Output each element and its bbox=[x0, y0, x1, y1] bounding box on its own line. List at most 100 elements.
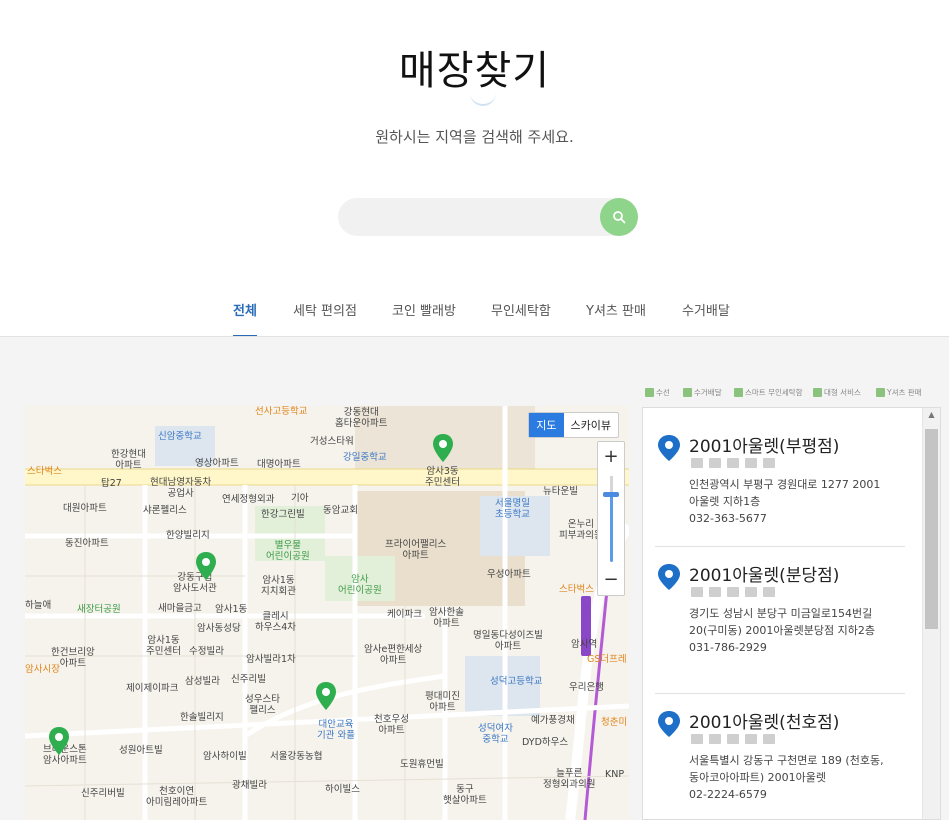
store-map[interactable]: 선사고등학교 강동현대 홈타운아파트 신암중학교 거성스타워 강일중학교 한강현대 아파트 영상… bbox=[25, 406, 629, 820]
building-icon bbox=[813, 388, 822, 397]
store-phone: 02-2224-6579 bbox=[689, 788, 767, 801]
map-poi-label: 하늘애 bbox=[25, 600, 52, 611]
map-poi-label: 평대미진 아파트 bbox=[425, 691, 460, 713]
map-poi-label: 암사한솔 아파트 bbox=[429, 607, 464, 629]
shirt-icon bbox=[763, 458, 775, 468]
legend-item-delivery: 수거배달 bbox=[683, 387, 722, 398]
map-poi-label: 명일동다성이즈빌 아파트 bbox=[473, 630, 543, 652]
map-poi-label: 천호이연 아미림레아파트 bbox=[146, 786, 208, 808]
map-poi-label: 성원아트빌 bbox=[119, 745, 163, 756]
map-poi-label: 스타벅스 bbox=[27, 466, 62, 477]
map-poi-label: 삼성빌라 bbox=[185, 676, 220, 687]
store-name[interactable]: 2001아울렛(천호점) bbox=[689, 708, 839, 733]
map-poi-label: 신주리빌 bbox=[231, 674, 266, 685]
map-poi-label: 신주리버빌 bbox=[81, 788, 125, 799]
zoom-in-button[interactable]: + bbox=[598, 444, 624, 470]
map-poi-label: 성덕여자 중학교 bbox=[478, 723, 513, 745]
map-poi-label: GS더프레 bbox=[587, 654, 627, 665]
map-poi-label: 한강그린빌 bbox=[261, 509, 305, 520]
legend-item-yshirt: Y셔츠 판매 bbox=[876, 387, 922, 398]
tab-pickup-delivery[interactable]: 수거배달 bbox=[682, 300, 730, 337]
map-poi-label: 우성아파트 bbox=[487, 569, 531, 580]
map-poi-label: 강동현대 홈타운아파트 bbox=[335, 407, 388, 429]
page-subtitle: 원하시는 지역을 검색해 주세요. bbox=[375, 128, 574, 146]
store-name[interactable]: 2001아울렛(분당점) bbox=[689, 561, 839, 586]
locker-icon bbox=[727, 734, 739, 744]
scroll-up-arrow-icon[interactable]: ▲ bbox=[923, 410, 940, 424]
store-marker-icon[interactable] bbox=[432, 433, 454, 463]
map-poi-label: 영상아파트 bbox=[195, 458, 239, 469]
map-poi-label: 대안교육 기관 와플 bbox=[317, 719, 355, 741]
store-divider bbox=[655, 693, 905, 694]
shirt-icon bbox=[763, 734, 775, 744]
tab-laundry-convenience[interactable]: 세탁 편의점 bbox=[293, 300, 357, 337]
map-poi-label: 암사역 bbox=[571, 639, 598, 650]
map-poi-label: 새마을금고 bbox=[158, 603, 202, 614]
map-view-button[interactable]: 지도 bbox=[529, 413, 564, 437]
store-marker-icon[interactable] bbox=[315, 681, 337, 711]
tab-unmanned-locker[interactable]: 무인세탁함 bbox=[491, 300, 551, 337]
store-phone: 031-786-2929 bbox=[689, 641, 767, 654]
scissors-icon bbox=[709, 458, 721, 468]
map-poi-label: 동구 햇살아파트 bbox=[443, 784, 487, 806]
delivery-icon bbox=[691, 734, 703, 744]
map-poi-label: 우리은행 bbox=[569, 682, 604, 693]
map-poi-label: 수정빌라 bbox=[189, 646, 224, 657]
map-poi-label: 암사시장 bbox=[25, 664, 60, 675]
page-header: 매장찾기 원하시는 지역을 검색해 주세요. bbox=[0, 0, 949, 337]
map-poi-label: 동진아파트 bbox=[65, 538, 109, 549]
service-legend: 수선 수거배달 스마트 무인세탁함 대형 서비스 Y셔츠 판매 bbox=[645, 387, 945, 401]
store-phone: 032-363-5677 bbox=[689, 512, 767, 525]
map-poi-label: 현대남영자동차 공업사 bbox=[150, 477, 212, 499]
locker-icon bbox=[727, 587, 739, 597]
map-poi-label: 대원아파트 bbox=[63, 503, 107, 514]
map-poi-label: 한솔빌리지 bbox=[180, 712, 224, 723]
map-poi-label: 동암교회 bbox=[323, 505, 358, 516]
map-poi-label: 샤론펠리스 bbox=[143, 505, 187, 516]
zoom-control: + − bbox=[597, 441, 625, 596]
skyview-button[interactable]: 스카이뷰 bbox=[564, 413, 618, 437]
map-poi-label: 한양빌리지 bbox=[166, 530, 210, 541]
zoom-slider-thumb[interactable] bbox=[603, 492, 619, 497]
tab-yshirt-sales[interactable]: Y셔츠 판매 bbox=[586, 300, 646, 337]
store-marker-icon[interactable] bbox=[48, 726, 70, 756]
scissors-icon bbox=[645, 388, 654, 397]
map-poi-label: 암사1동 bbox=[215, 604, 248, 615]
map-poi-label: 클레시 하우스4차 bbox=[255, 611, 297, 633]
store-service-icons bbox=[691, 587, 775, 597]
search-button[interactable] bbox=[600, 198, 638, 236]
building-icon bbox=[745, 734, 757, 744]
map-poi-label: 제이제이파크 bbox=[126, 683, 179, 694]
store-marker-icon[interactable] bbox=[195, 551, 217, 581]
zoom-out-button[interactable]: − bbox=[598, 567, 624, 593]
store-name[interactable]: 2001아울렛(부평점) bbox=[689, 432, 839, 457]
map-poi-label: KNP bbox=[605, 769, 625, 780]
map-poi-label: 프라이어팰리스 아파트 bbox=[385, 539, 447, 561]
tab-coin-laundry[interactable]: 코인 빨래방 bbox=[392, 300, 456, 337]
map-poi-label: 거성스타워 bbox=[310, 436, 354, 447]
map-poi-label: 성우스타 팰리스 bbox=[245, 694, 280, 716]
store-address: 서울특별시 강동구 구천면로 189 (천호동, 동아코아아파트) 2001아울… bbox=[689, 752, 889, 803]
tab-all[interactable]: 전체 bbox=[233, 300, 257, 337]
delivery-icon bbox=[691, 587, 703, 597]
search-input[interactable] bbox=[354, 198, 594, 236]
store-service-icons bbox=[691, 458, 775, 468]
store-list-scrollbar[interactable]: ▲ bbox=[922, 408, 940, 819]
map-poi-label: 암사하이빌 bbox=[203, 751, 247, 762]
locker-icon bbox=[734, 388, 743, 397]
shirt-icon bbox=[876, 388, 885, 397]
store-divider bbox=[655, 546, 905, 547]
map-poi-label: 암사1동 지치회관 bbox=[261, 575, 296, 597]
scrollbar-thumb[interactable] bbox=[925, 429, 938, 629]
store-address: 인천광역시 부평구 경원대로 1277 2001아울렛 지하1층 032-363-… bbox=[689, 476, 889, 527]
building-icon bbox=[745, 587, 757, 597]
map-poi-label: 선사고등학교 bbox=[255, 406, 308, 417]
map-poi-label: 뉴타운빌 bbox=[543, 486, 578, 497]
map-poi-label: 새장터공원 bbox=[77, 604, 121, 615]
scissors-icon bbox=[709, 587, 721, 597]
store-address: 경기도 성남시 분당구 미금일로154번길 20(구미동) 2001아울렛분당점… bbox=[689, 605, 889, 656]
map-poi-label: 서울명일 초등학교 bbox=[495, 498, 530, 520]
zoom-slider-track-top bbox=[610, 476, 613, 492]
map-poi-label: 늘푸른 정형외과의원 bbox=[543, 768, 596, 790]
truck-icon bbox=[683, 388, 692, 397]
